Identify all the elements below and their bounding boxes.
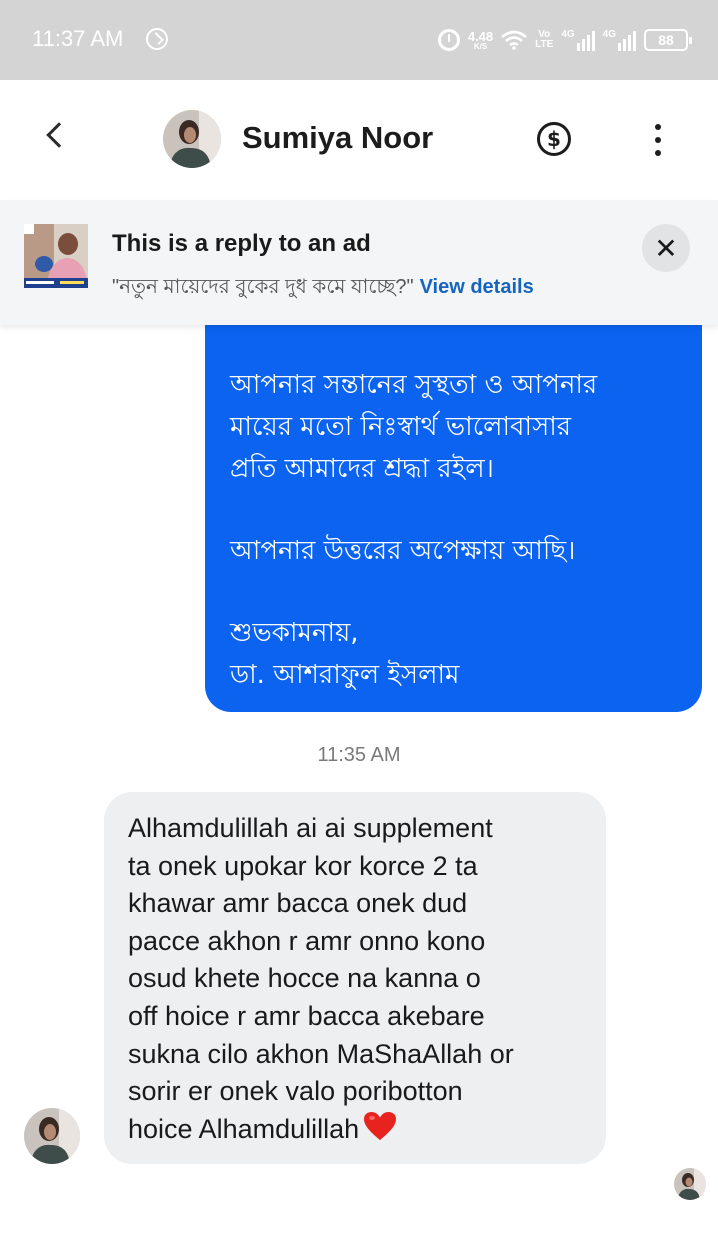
ad-thumbnail-image — [24, 224, 88, 288]
network-speed-value: 4.48 — [467, 28, 494, 44]
battery-level: 88 — [658, 32, 674, 48]
avatar-image — [24, 1108, 80, 1164]
heart-emoji-icon — [363, 1111, 397, 1141]
status-bar: 11:37 AM 4.48 K/S Vo LTE 4G 4G 88 — [0, 0, 718, 80]
ad-thumbnail[interactable] — [24, 224, 88, 288]
sent-line: ডা. আশরাফুল ইসলাম — [230, 660, 460, 690]
dollar-circle-icon[interactable]: $ — [537, 122, 571, 156]
received-line: Alhamdulillah ai ai supplement — [128, 813, 493, 843]
back-arrow-icon[interactable] — [46, 122, 72, 148]
ad-reply-banner: This is a reply to an ad "নতুন মায়েদের … — [0, 200, 718, 325]
avatar[interactable] — [24, 1108, 80, 1164]
avatar-image — [674, 1168, 706, 1200]
volte-bottom: LTE — [535, 39, 554, 50]
received-message-bubble[interactable]: Alhamdulillah ai ai supplement ta onek u… — [104, 792, 606, 1164]
sim1-signal: 4G — [561, 29, 595, 51]
sent-line: মায়ের মতো নিঃস্বার্থ ভালোবাসার — [230, 412, 572, 442]
network-speed-unit: K/S — [473, 41, 488, 51]
sent-line: আপনার সন্তানের সুস্থতা ও আপনার — [230, 370, 598, 400]
sent-message-bubble[interactable]: আপনার সন্তানের সুস্থতা ও আপনার মায়ের মত… — [205, 300, 702, 712]
contact-name[interactable]: Sumiya Noor — [242, 120, 433, 156]
received-line: sorir er onek valo poribotton — [128, 1076, 463, 1107]
ad-quote-line: "নতুন মায়েদের বুকের দুধ কমে যাচ্ছে?" Vie… — [112, 272, 534, 305]
sim2-signal: 4G — [603, 29, 636, 51]
sent-line: প্রতি আমাদের শ্রদ্ধা রইল। — [230, 454, 494, 484]
sim2-tech: 4G — [602, 29, 616, 40]
network-speed: 4.48 K/S — [468, 30, 493, 51]
status-time: 11:37 AM — [32, 26, 124, 51]
received-last-line: hoice Alhamdulillah — [128, 1111, 584, 1149]
sent-line: আপনার উত্তরের অপেক্ষায় আছি। — [230, 536, 576, 566]
alarm-icon — [437, 29, 460, 51]
close-icon[interactable]: ✕ — [642, 224, 690, 272]
received-line: osud khete hocce na kanna o — [128, 963, 481, 994]
sync-icon — [146, 28, 168, 50]
battery-icon: 88 — [644, 29, 692, 51]
more-vertical-icon[interactable] — [648, 124, 668, 156]
view-details-link[interactable]: View details — [420, 276, 534, 298]
received-line: khawar amr bacca onek dud — [128, 888, 468, 919]
volte-indicator: Vo LTE — [535, 30, 553, 50]
wifi-icon — [501, 30, 527, 50]
sim1-tech: 4G — [561, 29, 575, 40]
received-line: sukna cilo akhon MaShaAllah or — [128, 1038, 514, 1069]
received-line: off hoice r amr bacca akebare — [128, 1000, 485, 1031]
avatar-image — [163, 110, 221, 168]
message-timestamp: 11:35 AM — [317, 744, 401, 766]
received-line: ta onek upokar kor korce 2 ta — [128, 850, 478, 881]
seen-indicator-avatar — [674, 1168, 706, 1200]
ad-quote: "নতুন মায়েদের বুকের দুধ কমে যাচ্ছে?" — [112, 276, 414, 298]
received-line: hoice Alhamdulillah — [128, 1113, 360, 1144]
received-line: pacce akhon r amr onno kono — [128, 925, 486, 956]
chat-header: Sumiya Noor $ — [0, 80, 718, 198]
avatar[interactable] — [163, 110, 221, 168]
sent-line: শুভকামনায়, — [230, 618, 359, 648]
ad-reply-title: This is a reply to an ad — [112, 230, 371, 257]
status-indicators: 4.48 K/S Vo LTE 4G 4G 88 — [437, 22, 692, 58]
